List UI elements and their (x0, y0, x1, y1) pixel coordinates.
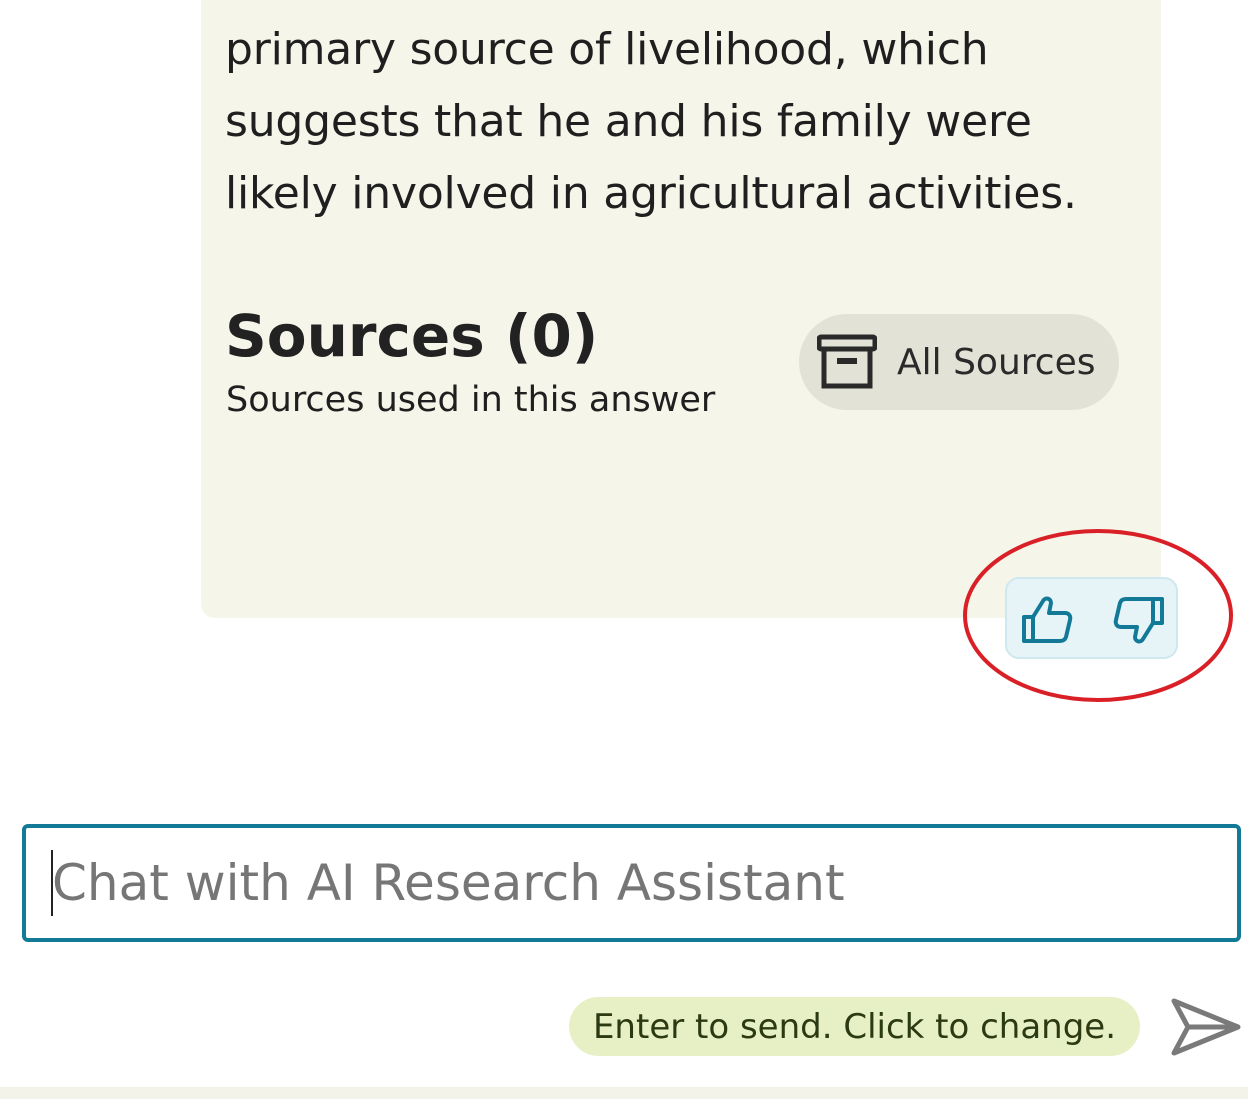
feedback-controls (1005, 577, 1178, 659)
thumbs-down-icon[interactable] (1113, 595, 1165, 645)
all-sources-label: All Sources (897, 341, 1096, 383)
thumbs-up-icon[interactable] (1021, 595, 1073, 645)
answer-line: likely involved in agricultural activiti… (225, 168, 1077, 219)
all-sources-button[interactable]: All Sources (799, 314, 1119, 410)
chat-page: primary source of livelihood, which sugg… (0, 0, 1248, 1099)
sources-title: Sources (0) (225, 302, 599, 370)
chat-input[interactable] (22, 824, 1241, 942)
send-icon[interactable] (1170, 997, 1242, 1057)
answer-line: primary source of livelihood, which (225, 24, 989, 75)
sources-subtitle: Sources used in this answer (226, 380, 716, 420)
answer-line: suggests that he and his family were (225, 96, 1032, 147)
footer-strip (0, 1087, 1248, 1099)
text-caret (51, 850, 53, 916)
answer-text: primary source of livelihood, which sugg… (225, 14, 1125, 230)
send-mode-hint[interactable]: Enter to send. Click to change. (569, 997, 1140, 1056)
archive-box-icon (816, 334, 878, 390)
